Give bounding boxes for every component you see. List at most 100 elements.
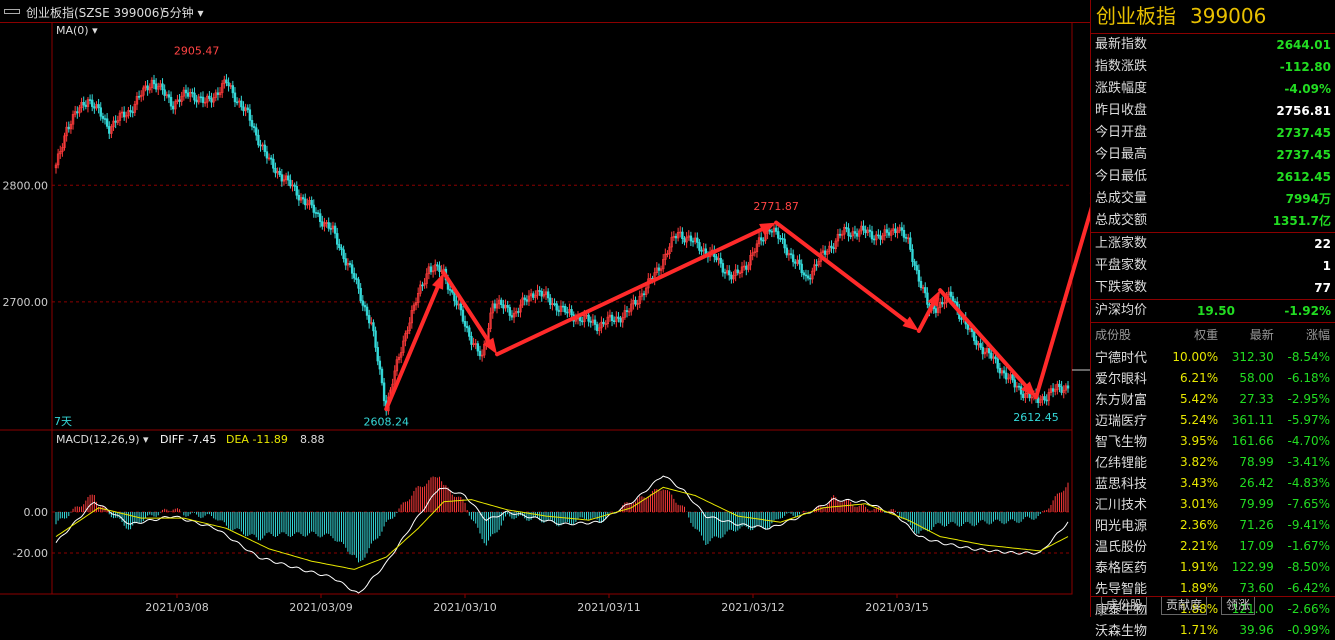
window-icon[interactable] bbox=[4, 9, 20, 14]
breadth-row[interactable]: 下跌家数77 bbox=[1091, 277, 1335, 299]
candle bbox=[801, 264, 803, 273]
candle bbox=[466, 326, 468, 328]
breadth-row[interactable]: 平盘家数1 bbox=[1091, 255, 1335, 277]
stat-label: 最新指数 bbox=[1095, 34, 1147, 56]
candle bbox=[730, 275, 732, 279]
column-header[interactable]: 最新 bbox=[1222, 323, 1278, 346]
stat-row[interactable]: 最新指数2644.01 bbox=[1091, 34, 1335, 56]
candle bbox=[760, 238, 762, 241]
candle bbox=[792, 255, 794, 262]
stock-name: 智飞生物 bbox=[1091, 430, 1162, 451]
stat-row[interactable]: 今日开盘2737.45 bbox=[1091, 122, 1335, 144]
candle bbox=[1046, 400, 1048, 401]
candle bbox=[877, 235, 879, 236]
tab-3[interactable]: 领涨 bbox=[1221, 597, 1255, 615]
column-header[interactable]: 成份股 bbox=[1091, 323, 1162, 346]
candle bbox=[138, 96, 140, 97]
table-row[interactable]: 亿纬锂能3.82%78.99-3.41% bbox=[1091, 451, 1334, 472]
stock-weight: 1.89% bbox=[1162, 577, 1222, 598]
avg-change: -1.92% bbox=[1284, 300, 1331, 322]
table-row[interactable]: 阳光电源2.36%71.26-9.41% bbox=[1091, 514, 1334, 535]
table-row[interactable]: 温氏股份2.21%17.09-1.67% bbox=[1091, 535, 1334, 556]
stock-change: -7.65% bbox=[1278, 493, 1334, 514]
stock-change: -1.67% bbox=[1278, 535, 1334, 556]
candle bbox=[846, 227, 848, 228]
stock-price: 161.66 bbox=[1222, 430, 1278, 451]
candle bbox=[511, 316, 513, 318]
stock-weight: 3.01% bbox=[1162, 493, 1222, 514]
stat-row[interactable]: 涨跌幅度-4.09% bbox=[1091, 78, 1335, 100]
table-row[interactable]: 蓝思科技3.43%26.42-4.83% bbox=[1091, 472, 1334, 493]
candle bbox=[728, 271, 730, 275]
column-header[interactable]: 涨幅 bbox=[1278, 323, 1334, 346]
period-selector[interactable]: 5分钟 ▾ bbox=[162, 4, 204, 21]
tab-1[interactable]: 成份股 bbox=[1101, 597, 1147, 615]
candle bbox=[179, 100, 181, 102]
stat-value: 2737.45 bbox=[1276, 122, 1331, 144]
candle bbox=[211, 99, 213, 103]
candle bbox=[228, 83, 230, 86]
candle bbox=[349, 263, 351, 264]
table-row[interactable]: 泰格医药1.91%122.99-8.50% bbox=[1091, 556, 1334, 577]
stock-name: 宁德时代 bbox=[1091, 346, 1162, 367]
chart-toolbar: 创业板指(SZSE 399006) 5分钟 ▾ bbox=[0, 0, 1090, 23]
candle bbox=[916, 265, 918, 270]
candle bbox=[123, 112, 125, 117]
stat-row[interactable]: 今日最低2612.45 bbox=[1091, 166, 1335, 188]
candle bbox=[353, 273, 355, 278]
candle bbox=[85, 105, 87, 107]
table-row[interactable]: 先导智能1.89%73.60-6.42% bbox=[1091, 577, 1334, 598]
stat-row[interactable]: 今日最高2737.45 bbox=[1091, 144, 1335, 166]
table-row[interactable]: 汇川技术3.01%79.99-7.65% bbox=[1091, 493, 1334, 514]
candle bbox=[313, 205, 315, 212]
candle bbox=[243, 107, 245, 111]
extreme-label: 2612.45 bbox=[1013, 411, 1059, 424]
stat-row[interactable]: 昨日收盘2756.81 bbox=[1091, 100, 1335, 122]
stat-row[interactable]: 总成交额1351.7亿 bbox=[1091, 210, 1335, 232]
avg-label: 沪深均价 bbox=[1095, 300, 1147, 322]
stock-change: -0.99% bbox=[1278, 619, 1334, 640]
quote-panel: 创业板指399006 最新指数2644.01指数涨跌-112.80涨跌幅度-4.… bbox=[1090, 0, 1335, 617]
stock-price: 58.00 bbox=[1222, 367, 1278, 388]
stat-row[interactable]: 总成交量7994万 bbox=[1091, 188, 1335, 210]
candle bbox=[1067, 386, 1069, 388]
candle bbox=[588, 315, 590, 321]
tab-2[interactable]: 贡献度 bbox=[1161, 597, 1207, 615]
kline-chart[interactable]: 2800.002700.000.00-20.002021/03/082021/0… bbox=[0, 22, 1090, 617]
candle bbox=[863, 226, 865, 230]
candle bbox=[705, 249, 707, 254]
breadth-row[interactable]: 上涨家数22 bbox=[1091, 233, 1335, 255]
stock-price: 26.42 bbox=[1222, 472, 1278, 493]
table-row[interactable]: 东方财富5.42%27.33-2.95% bbox=[1091, 388, 1334, 409]
candle bbox=[255, 128, 257, 135]
table-row[interactable]: 沃森生物1.71%39.96-0.99% bbox=[1091, 619, 1334, 640]
candle bbox=[1020, 387, 1022, 395]
candle bbox=[1018, 386, 1020, 387]
table-row[interactable]: 宁德时代10.00%312.30-8.54% bbox=[1091, 346, 1334, 367]
candle bbox=[831, 246, 833, 247]
candle bbox=[517, 311, 519, 312]
stock-name: 爱尔眼科 bbox=[1091, 367, 1162, 388]
stock-price: 122.99 bbox=[1222, 556, 1278, 577]
stock-price: 27.33 bbox=[1222, 388, 1278, 409]
candle bbox=[379, 361, 381, 369]
column-header[interactable]: 权重 bbox=[1162, 323, 1222, 346]
table-row[interactable]: 智飞生物3.95%161.66-4.70% bbox=[1091, 430, 1334, 451]
candle bbox=[805, 275, 807, 276]
price-tick-label: 2800.00 bbox=[3, 179, 49, 192]
candle bbox=[547, 292, 549, 298]
table-row[interactable]: 爱尔眼科6.21%58.00-6.18% bbox=[1091, 367, 1334, 388]
candle bbox=[104, 119, 106, 120]
stock-change: -8.54% bbox=[1278, 346, 1334, 367]
table-row[interactable]: 迈瑞医疗5.24%361.11-5.97% bbox=[1091, 409, 1334, 430]
candle bbox=[988, 348, 990, 353]
candle bbox=[341, 248, 343, 250]
candle bbox=[839, 234, 841, 235]
candle bbox=[952, 296, 954, 301]
macd-tick-label: -20.00 bbox=[13, 547, 48, 560]
candle bbox=[720, 258, 722, 263]
stat-row[interactable]: 指数涨跌-112.80 bbox=[1091, 56, 1335, 78]
candle bbox=[381, 369, 383, 383]
candle bbox=[170, 97, 172, 106]
candle bbox=[364, 305, 366, 307]
